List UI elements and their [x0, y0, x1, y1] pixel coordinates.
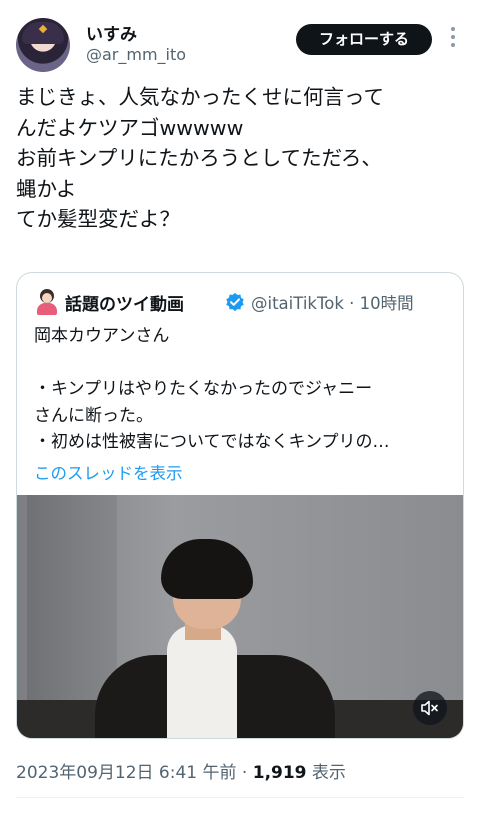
quoted-line: ・初めは性被害についてではなくキンプリの… [34, 432, 390, 452]
avatar[interactable] [16, 18, 70, 72]
quoted-line [34, 350, 454, 377]
tweet-timestamp: 2023年09月12日 6:41 午前 · 1,919 表示 [16, 758, 346, 783]
verified-badge-icon [226, 292, 244, 312]
quoted-line: さんに断った。 [34, 405, 153, 426]
tweet-line: まじきょ、人気なかったくせに何言って [16, 85, 384, 109]
tweet-header: いすみ @ar_mm_ito フォローする [0, 0, 480, 80]
views-count: 1,919 [252, 763, 307, 783]
video-player[interactable] [17, 495, 463, 738]
author-display-name[interactable]: いすみ [86, 20, 137, 45]
tweet-line: 蝿かよ [16, 176, 77, 201]
quoted-tweet-card[interactable]: 話題のツイ動画 @itaiTikTok · 10時間 岡本カウアンさん ・キンプ… [16, 272, 464, 739]
more-options-icon[interactable] [448, 27, 458, 51]
follow-button[interactable]: フォローする [296, 24, 432, 55]
author-handle[interactable]: @ar_mm_ito [86, 45, 186, 64]
meta-separator: · [241, 763, 248, 783]
views-label: 表示 [311, 763, 346, 783]
show-thread-link[interactable]: このスレッドを表示 [34, 460, 183, 484]
tweet-text: まじきょ、人気なかったくせに何言って んだよケツアゴwwwww お前キンプリにた… [16, 82, 466, 235]
quoted-handle: @itaiTikTok [251, 294, 344, 313]
quoted-body: 岡本カウアンさん ・キンプリはやりたくなかったのでジャニー さんに断った。 ・初… [34, 323, 454, 456]
mute-button[interactable] [413, 691, 447, 725]
quoted-avatar [36, 289, 58, 315]
meta-separator: · [349, 294, 355, 313]
tweet-date[interactable]: 2023年09月12日 6:41 午前 [16, 763, 237, 783]
quoted-meta: @itaiTikTok · 10時間 [251, 290, 414, 314]
tweet-line: んだよケツアゴwwwww [16, 115, 244, 140]
tweet-line: てか髪型変だよ？ [16, 207, 180, 231]
quoted-time: 10時間 [359, 294, 414, 313]
video-turtleneck [167, 625, 237, 738]
quoted-line: ・キンプリはやりたくなかったのでジャニー [34, 379, 373, 399]
quoted-author-name: 話題のツイ動画 [65, 295, 184, 315]
divider [16, 797, 464, 798]
tweet-line: お前キンプリにたかろうとしてただろ、 [16, 146, 382, 170]
quoted-line: 岡本カウアンさん [34, 326, 170, 346]
speaker-muted-icon [421, 700, 438, 716]
